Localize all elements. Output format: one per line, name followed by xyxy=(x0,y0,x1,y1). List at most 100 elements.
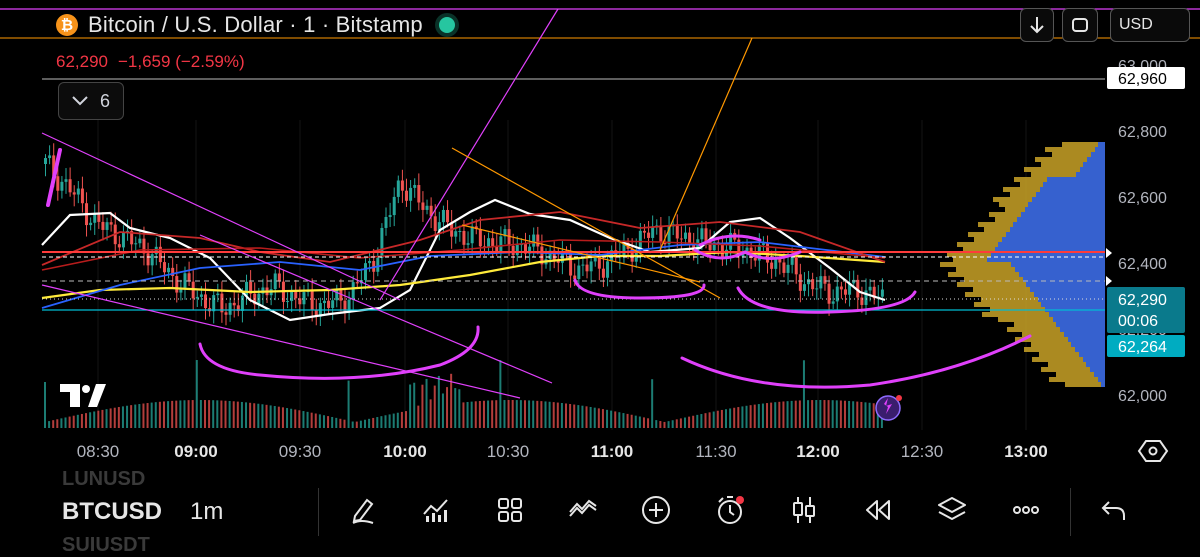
layers-button[interactable] xyxy=(934,492,970,528)
add-button[interactable] xyxy=(638,492,674,528)
volume-bar xyxy=(265,404,268,428)
candle xyxy=(44,158,47,164)
toolbar-divider xyxy=(1070,488,1071,536)
volume-bar xyxy=(761,403,764,428)
volume-bar xyxy=(466,401,469,428)
candle xyxy=(56,176,60,191)
volume-profile-bar xyxy=(1006,232,1105,237)
tradingview-logo-icon xyxy=(60,384,80,407)
volume-bar xyxy=(626,413,629,428)
undo-button[interactable] xyxy=(1096,492,1132,528)
candle xyxy=(647,232,651,238)
volume-bar xyxy=(425,378,428,428)
timeframe-selector[interactable]: 1m xyxy=(190,498,223,526)
volume-bar xyxy=(688,416,691,428)
candle xyxy=(761,243,765,245)
candle xyxy=(162,262,166,273)
candle xyxy=(458,230,462,232)
volume-profile-bar xyxy=(1075,347,1105,352)
candle xyxy=(134,243,138,245)
volume-bar xyxy=(376,417,379,428)
volume-profile-bar xyxy=(1090,367,1105,372)
symbol-selector[interactable]: BTCUSD xyxy=(62,498,162,526)
volume-bar xyxy=(864,402,867,428)
volume-profile-bar xyxy=(1098,377,1105,382)
trend-tools-button[interactable] xyxy=(565,492,601,528)
freehand-arc xyxy=(736,286,917,314)
volume-profile-bar xyxy=(1011,262,1105,267)
volume-bar xyxy=(134,404,137,428)
trendline xyxy=(379,8,559,301)
currency-selector[interactable]: USD xyxy=(1110,8,1190,42)
volume-bar xyxy=(470,401,473,428)
chart-type-button[interactable] xyxy=(786,492,822,528)
candle xyxy=(511,245,515,256)
indicators-button[interactable] xyxy=(418,492,454,528)
volume-profile-bar xyxy=(1032,197,1105,202)
volume-bar xyxy=(729,408,732,428)
volume-bar xyxy=(839,400,842,428)
settings-icon[interactable] xyxy=(1137,440,1169,462)
volume-bar xyxy=(708,412,711,428)
more-button[interactable] xyxy=(1008,492,1044,528)
templates-button[interactable] xyxy=(492,492,528,528)
candle xyxy=(72,192,76,195)
download-button[interactable] xyxy=(1020,8,1054,42)
volume-bar xyxy=(298,410,301,428)
indicators-toggle-button[interactable]: 6 xyxy=(58,82,124,120)
volume-bar xyxy=(228,400,231,428)
candle xyxy=(310,290,314,310)
candle xyxy=(277,273,281,282)
price-change-line: 62,290 −1,659 (−2.59%) xyxy=(56,52,245,72)
volume-bar xyxy=(536,400,539,428)
volume-profile-bar xyxy=(1036,192,1105,197)
volume-profile-bar xyxy=(1083,357,1105,362)
volume-bar xyxy=(491,400,494,428)
volume-bar xyxy=(749,405,752,428)
volume-bar xyxy=(179,400,182,428)
symbol-header[interactable]: ₿ Bitcoin / U.S. Dollar · 1 · Bitstamp xyxy=(56,12,455,38)
candle xyxy=(327,300,331,308)
trendline xyxy=(41,284,521,399)
replay-button[interactable] xyxy=(860,492,896,528)
candle xyxy=(245,281,249,296)
volume-bar xyxy=(610,410,613,428)
candle xyxy=(417,185,421,203)
axis-marker-icon xyxy=(1106,276,1112,286)
symbol-title[interactable]: Bitcoin / U.S. Dollar · 1 · Bitstamp xyxy=(88,12,423,38)
volume-bar xyxy=(363,419,366,428)
candle xyxy=(392,196,396,216)
symbol-prev[interactable]: LUNUSD xyxy=(62,468,145,491)
market-open-icon xyxy=(438,17,455,33)
volume-profile-bar xyxy=(1101,382,1105,387)
candle xyxy=(368,260,372,264)
candle xyxy=(384,217,388,228)
tradingview-logo-icon xyxy=(88,384,106,407)
volume-bar xyxy=(384,415,387,428)
volume-bar xyxy=(577,405,580,428)
candle xyxy=(720,244,724,257)
volume-bar xyxy=(417,405,420,428)
volume-bar xyxy=(819,400,822,428)
volume-bar xyxy=(474,401,477,428)
volume-bar xyxy=(257,403,260,428)
volume-bar xyxy=(511,400,514,428)
price-tick-label: 62,800 xyxy=(1118,124,1167,141)
volume-bar xyxy=(183,400,186,428)
compare-button[interactable] xyxy=(1062,8,1098,42)
candle xyxy=(794,257,798,275)
candle xyxy=(601,268,605,278)
notification-dot-icon xyxy=(896,395,902,401)
volume-bar xyxy=(335,417,338,428)
volume-bar xyxy=(770,402,773,428)
volume-bar xyxy=(757,404,760,428)
candle xyxy=(421,202,425,210)
volume-bar xyxy=(593,407,596,428)
volume-bar xyxy=(212,400,215,428)
alerts-button[interactable] xyxy=(712,492,748,528)
volume-profile-bar xyxy=(1071,342,1105,347)
undo-icon xyxy=(1101,501,1125,520)
drawing-tools-button[interactable] xyxy=(345,492,381,528)
volume-bar xyxy=(154,402,157,428)
volume-bar xyxy=(89,412,92,428)
